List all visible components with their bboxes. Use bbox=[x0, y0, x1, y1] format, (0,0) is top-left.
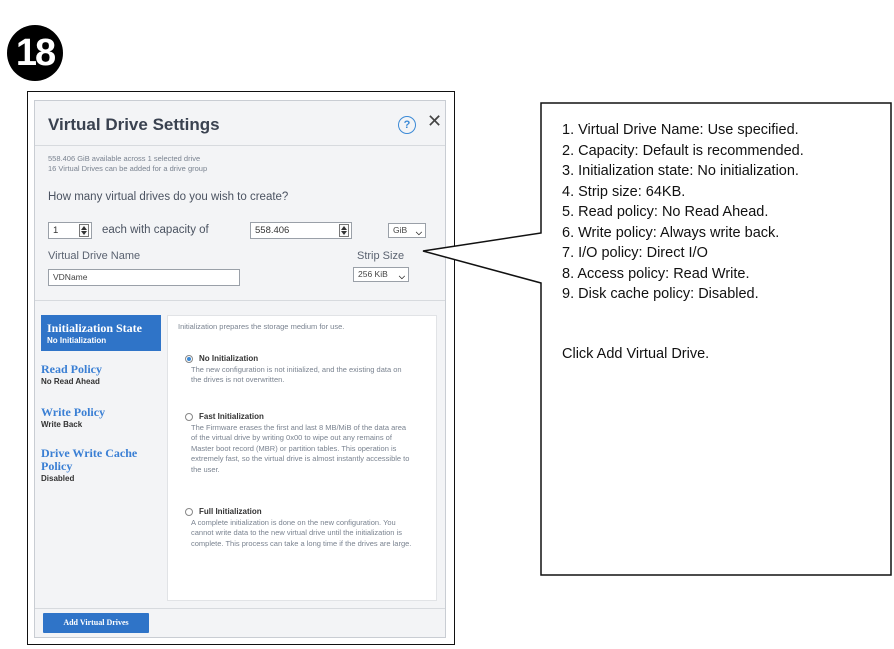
instruction-item: 7. I/O policy: Direct I/O bbox=[562, 245, 708, 261]
instruction-item: 2. Capacity: Default is recommended. bbox=[562, 142, 804, 159]
callout-bubble bbox=[422, 102, 892, 576]
instruction-item: 5. Read policy: No Read Ahead. bbox=[562, 204, 769, 220]
instruction-item: 3. Initialization state: No initializati… bbox=[562, 163, 799, 179]
instruction-item: 6. Write policy: Always write back. bbox=[562, 224, 780, 241]
instruction-item: 9. Disk cache policy: Disabled. bbox=[562, 286, 759, 302]
instruction-item: 4. Strip size: 64KB. bbox=[562, 183, 686, 200]
instruction-list: 1. Virtual Drive Name: Use specified. 2.… bbox=[562, 120, 804, 305]
instruction-footer: Click Add Virtual Drive. bbox=[562, 346, 710, 362]
instruction-item: 1. Virtual Drive Name: Use specified. bbox=[562, 122, 799, 138]
instruction-item: 8. Access policy: Read Write. bbox=[562, 265, 750, 282]
